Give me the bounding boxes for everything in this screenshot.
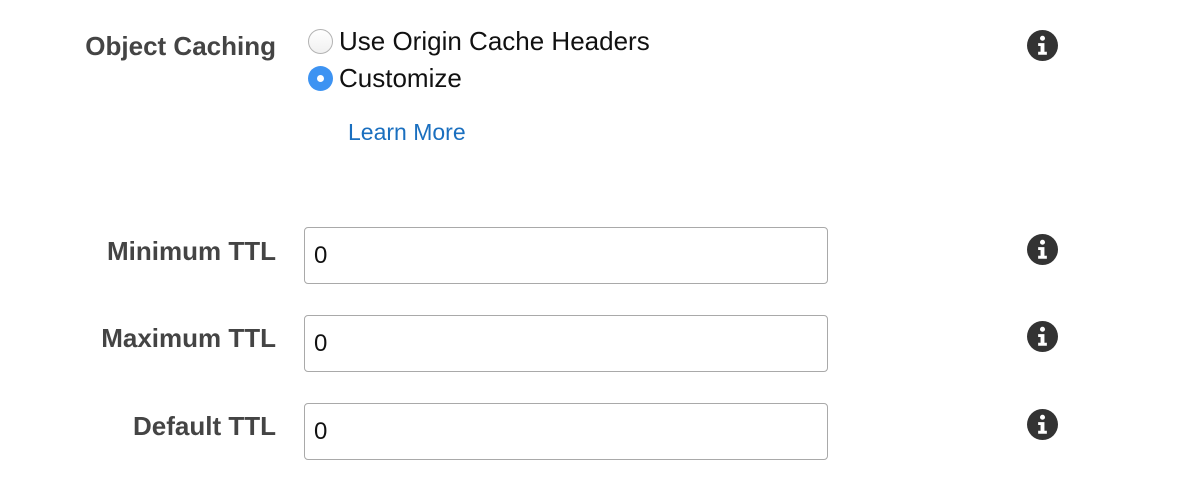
- radio-button-unchecked[interactable]: [308, 28, 333, 54]
- radio-label-customize: Customize: [339, 62, 462, 93]
- learn-more-link[interactable]: Learn More: [348, 118, 466, 146]
- info-circle-icon[interactable]: [1027, 30, 1058, 61]
- radio-button-checked[interactable]: [308, 65, 333, 91]
- cache-settings-form: Object Caching Use Origin Cache Headers …: [0, 0, 1194, 490]
- info-circle-icon[interactable]: [1027, 234, 1058, 265]
- info-circle-icon[interactable]: [1027, 409, 1058, 440]
- default-ttl-input[interactable]: [304, 403, 828, 460]
- radio-customize[interactable]: Customize: [308, 63, 462, 93]
- radio-label-use-origin-cache-headers: Use Origin Cache Headers: [339, 25, 650, 56]
- radio-use-origin-cache-headers[interactable]: Use Origin Cache Headers: [308, 26, 650, 56]
- object-caching-label: Object Caching: [85, 31, 276, 61]
- minimum-ttl-input[interactable]: [304, 227, 828, 284]
- default-ttl-label: Default TTL: [133, 411, 276, 441]
- minimum-ttl-label: Minimum TTL: [107, 236, 276, 266]
- maximum-ttl-label: Maximum TTL: [101, 323, 276, 353]
- info-circle-icon[interactable]: [1027, 321, 1058, 352]
- maximum-ttl-input[interactable]: [304, 315, 828, 372]
